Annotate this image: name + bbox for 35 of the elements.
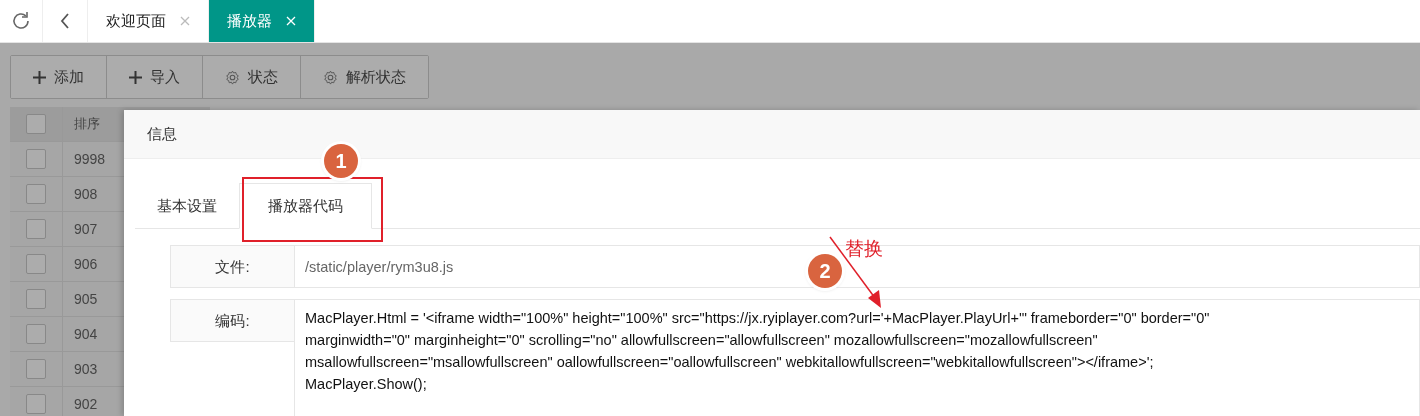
tab[interactable]: 基本设置 — [135, 183, 239, 229]
checkbox[interactable] — [26, 359, 46, 379]
dialog-title: 信息 — [147, 124, 177, 144]
table-cell-text: 904 — [73, 325, 98, 344]
tab[interactable]: 播放器代码 — [239, 183, 372, 229]
toolbar-button[interactable]: 添加 — [11, 56, 107, 98]
checkbox[interactable] — [26, 394, 46, 414]
settings-icon — [225, 69, 240, 85]
table-cell-text: 903 — [73, 360, 98, 379]
settings-icon — [323, 69, 338, 85]
refresh-icon — [10, 10, 32, 32]
field-label: 文件: — [170, 245, 294, 288]
checkbox[interactable] — [26, 289, 46, 309]
checkbox[interactable] — [26, 254, 46, 274]
field-label: 编码: — [170, 299, 294, 342]
table-cell-text: 905 — [73, 290, 98, 309]
plus-icon — [129, 70, 142, 84]
checkbox[interactable] — [26, 324, 46, 344]
close-icon[interactable] — [180, 16, 190, 26]
table-cell-text: 908 — [73, 185, 98, 204]
checkbox[interactable] — [26, 184, 46, 204]
checkbox[interactable] — [26, 114, 46, 134]
step-marker: 2 — [808, 254, 842, 288]
step-marker: 1 — [324, 144, 358, 178]
back-icon — [59, 12, 71, 30]
table-cell-text: 907 — [73, 220, 98, 239]
column-header: 排序 — [73, 115, 100, 133]
checkbox[interactable] — [26, 219, 46, 239]
table-cell-text: 9998 — [73, 150, 106, 169]
checkbox[interactable] — [26, 149, 46, 169]
table-cell-text: 902 — [73, 395, 98, 414]
table-cell-text: 906 — [73, 255, 98, 274]
page-tab[interactable]: 播放器 — [209, 0, 315, 42]
plus-icon — [33, 70, 46, 84]
input-field[interactable]: MacPlayer.Html = '<iframe width="100%" height="100%" src="https://jx.ryiplayer.com?url='+MacPlayer.PlayUrl+'" frameborder="0" border="0" marginwidth="0" marginheight="0" scrolling="no" allowfullscreen="allowfullscreen" mozallowfullscreen="mozallowfullscreen" msallowfullscreen="msallowfullscreen" oallowfullscreen="oallowfullscreen" webkitallowfullscreen="webkitallowfullscreen"></iframe>'; MacPlayer.Show(); — [294, 299, 1420, 416]
